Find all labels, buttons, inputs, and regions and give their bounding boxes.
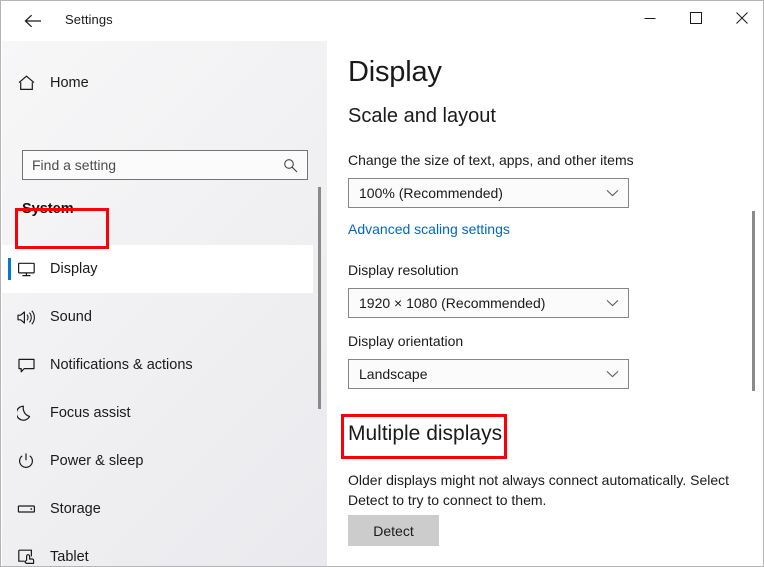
drive-icon	[2, 503, 50, 515]
sidebar-nav-list: Display Sound Notifications & actions Fo…	[2, 245, 313, 566]
sidebar-item-focus-assist[interactable]: Focus assist	[2, 389, 313, 437]
back-button[interactable]	[13, 5, 53, 37]
multiple-displays-heading: Multiple displays	[348, 422, 503, 445]
sidebar-item-sound[interactable]: Sound	[2, 293, 313, 341]
chevron-down-icon	[606, 189, 619, 197]
selection-accent-bar	[8, 258, 11, 280]
orientation-dropdown-value: Landscape	[359, 366, 428, 382]
close-icon	[736, 12, 748, 24]
sidebar-item-storage[interactable]: Storage	[2, 485, 313, 533]
power-icon	[2, 452, 50, 470]
chevron-down-icon	[606, 370, 619, 378]
title-bar: Settings	[1, 1, 763, 41]
sidebar: Home Find a setting System Display Sound…	[2, 41, 327, 566]
content-scrollbar-thumb[interactable]	[752, 211, 755, 391]
scale-label: Change the size of text, apps, and other…	[348, 152, 634, 168]
maximize-button[interactable]	[673, 1, 719, 35]
sidebar-scrollbar[interactable]	[318, 41, 324, 566]
maximize-icon	[690, 12, 702, 24]
search-placeholder: Find a setting	[32, 157, 117, 173]
window-title: Settings	[65, 12, 113, 27]
sidebar-item-home[interactable]: Home	[2, 63, 313, 103]
sidebar-item-label: Power & sleep	[50, 453, 144, 469]
close-button[interactable]	[719, 1, 763, 35]
sidebar-item-tablet[interactable]: Tablet	[2, 533, 313, 566]
sidebar-item-label: Home	[50, 75, 89, 91]
scale-and-layout-heading: Scale and layout	[348, 105, 496, 127]
back-arrow-icon	[24, 14, 42, 28]
resolution-label: Display resolution	[348, 262, 459, 278]
sidebar-item-display[interactable]: Display	[2, 245, 313, 293]
home-icon	[2, 74, 50, 92]
speaker-icon	[2, 309, 50, 326]
minimize-button[interactable]	[627, 1, 673, 35]
orientation-label: Display orientation	[348, 333, 464, 349]
sidebar-scrollbar-thumb[interactable]	[318, 187, 321, 409]
advanced-scaling-settings-link[interactable]: Advanced scaling settings	[348, 221, 510, 237]
content-panel: Display Scale and layout Change the size…	[327, 41, 763, 566]
multiple-displays-description: Older displays might not always connect …	[348, 472, 730, 508]
sidebar-item-notifications[interactable]: Notifications & actions	[2, 341, 313, 389]
window-controls	[627, 1, 763, 35]
detect-button[interactable]: Detect	[348, 515, 439, 546]
resolution-dropdown-value: 1920 × 1080 (Recommended)	[359, 295, 546, 311]
search-input[interactable]: Find a setting	[22, 150, 308, 180]
search-icon[interactable]	[283, 158, 298, 173]
sidebar-section-title: System	[22, 201, 74, 217]
settings-window: Settings Home Find a setting System Disp…	[0, 0, 764, 567]
scale-dropdown-value: 100% (Recommended)	[359, 185, 503, 201]
sidebar-item-label: Display	[50, 261, 98, 277]
sidebar-item-power-sleep[interactable]: Power & sleep	[2, 437, 313, 485]
resolution-dropdown[interactable]: 1920 × 1080 (Recommended)	[348, 288, 629, 318]
minimize-icon	[644, 12, 656, 24]
moon-icon	[2, 404, 50, 422]
sidebar-item-label: Sound	[50, 309, 92, 325]
notification-icon	[2, 357, 50, 374]
sidebar-item-label: Notifications & actions	[50, 357, 193, 373]
page-title: Display	[348, 56, 442, 88]
orientation-dropdown[interactable]: Landscape	[348, 359, 629, 389]
tablet-icon	[2, 548, 50, 566]
sidebar-item-label: Focus assist	[50, 405, 131, 421]
sidebar-item-label: Storage	[50, 501, 101, 517]
chevron-down-icon	[606, 299, 619, 307]
scale-dropdown[interactable]: 100% (Recommended)	[348, 178, 629, 208]
sidebar-item-label: Tablet	[50, 549, 89, 565]
